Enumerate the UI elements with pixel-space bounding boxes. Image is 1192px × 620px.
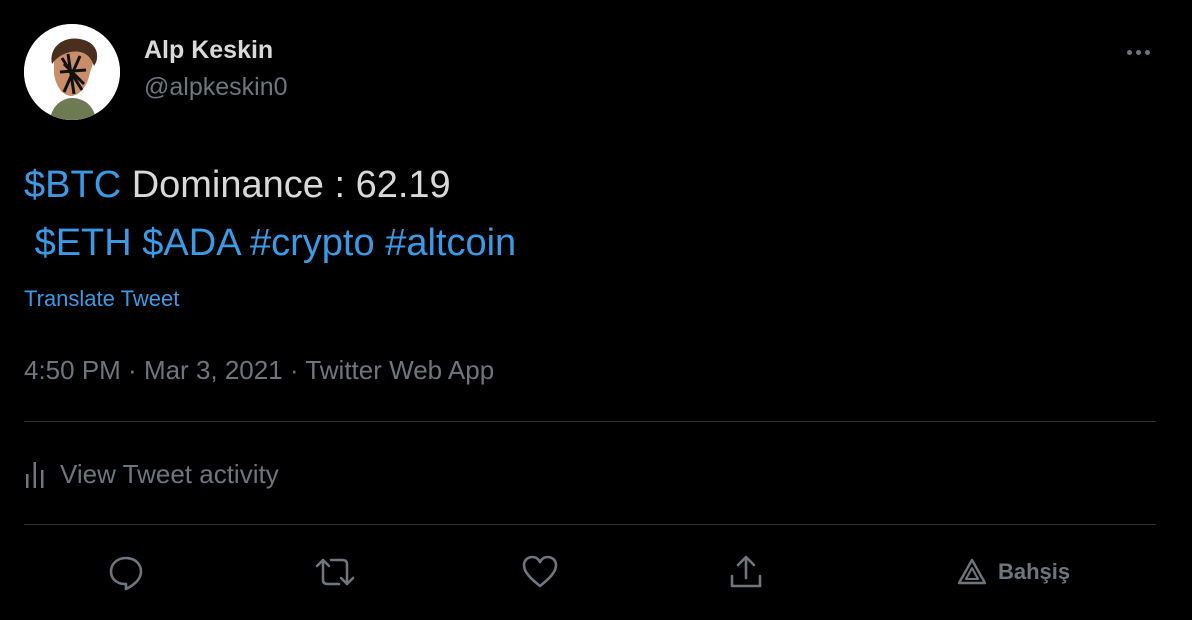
meta-separator: ·	[120, 355, 144, 385]
more-dot-icon	[1126, 49, 1132, 55]
analytics-bars-icon	[26, 462, 44, 488]
view-tweet-activity-label: View Tweet activity	[60, 458, 279, 489]
tip-icon	[957, 558, 987, 585]
like-button[interactable]	[518, 550, 562, 594]
tweet-card: Alp Keskin @alpkeskin0 $BTC Dominance : …	[0, 0, 1192, 620]
meta-separator: ·	[282, 355, 306, 385]
tweet-text-segment: Dominance : 62.19	[121, 164, 451, 206]
divider	[24, 421, 1156, 422]
reply-button[interactable]	[104, 550, 148, 594]
more-dot-icon	[1144, 49, 1150, 55]
retweet-icon	[315, 558, 355, 586]
view-tweet-activity-button[interactable]: View Tweet activity	[24, 452, 279, 496]
tweet-action-bar: Bahşiş	[0, 540, 1192, 604]
divider	[24, 524, 1156, 525]
author-block[interactable]: Alp Keskin @alpkeskin0	[144, 32, 288, 106]
hashtag-link[interactable]: #crypto	[250, 222, 375, 264]
translate-tweet-link[interactable]: Translate Tweet	[24, 284, 179, 314]
share-button[interactable]	[724, 550, 768, 594]
tip-button[interactable]: Bahşiş	[956, 550, 1086, 594]
cashtag-link[interactable]: $ADA	[142, 222, 239, 264]
avatar[interactable]	[24, 24, 120, 120]
author-display-name[interactable]: Alp Keskin	[144, 32, 288, 68]
heart-icon	[522, 555, 558, 588]
more-options-button[interactable]	[1118, 38, 1158, 66]
cashtag-link[interactable]: $ETH	[35, 222, 132, 264]
share-icon	[730, 555, 762, 588]
avatar-portrait-icon	[24, 24, 120, 120]
tweet-time[interactable]: 4:50 PM	[24, 355, 121, 385]
more-dot-icon	[1135, 49, 1141, 55]
tip-label: Bahşiş	[998, 559, 1071, 584]
tweet-meta: 4:50 PM · Mar 3, 2021 · Twitter Web App	[24, 352, 494, 388]
tweet-date[interactable]: Mar 3, 2021	[144, 355, 283, 385]
author-handle[interactable]: @alpkeskin0	[144, 68, 288, 106]
cashtag-link[interactable]: $BTC	[24, 164, 121, 206]
tweet-text: $BTC Dominance : 62.19 $ETH $ADA #crypto…	[24, 156, 516, 272]
retweet-button[interactable]	[310, 550, 360, 594]
tweet-source[interactable]: Twitter Web App	[305, 355, 494, 385]
tweet-text-space	[24, 222, 35, 264]
hashtag-link[interactable]: #altcoin	[385, 222, 516, 264]
reply-icon	[109, 556, 143, 591]
